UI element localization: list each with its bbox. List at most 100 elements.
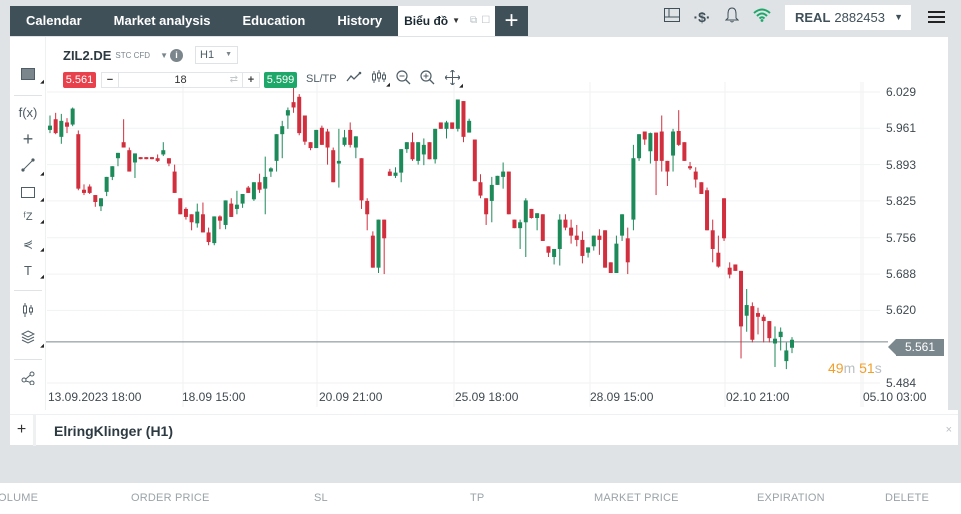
- account-selector[interactable]: REAL 2882453 ▼: [785, 4, 911, 30]
- chart-panel: ◢ f(x) + ◢ ◢ ᶠZ ◢ ⋞ ◢ T ◢ ◢ ZIL2.DE STC CFD…: [10, 37, 958, 446]
- candle-body: [433, 128, 438, 160]
- add-indicator-button[interactable]: +: [10, 415, 36, 446]
- instrument-type: STC CFD: [115, 51, 151, 60]
- col-tp[interactable]: TP: [470, 492, 484, 504]
- candle-body: [495, 175, 500, 185]
- layers-icon[interactable]: ◢: [10, 330, 46, 349]
- candle-body: [591, 235, 596, 247]
- decrease-button[interactable]: −: [102, 73, 118, 87]
- candle-body: [234, 204, 239, 209]
- swap-icon[interactable]: ⇄: [230, 73, 238, 87]
- candle-body: [767, 321, 772, 339]
- col-order-price[interactable]: ORDER PRICE: [131, 492, 210, 504]
- candle-body: [353, 136, 358, 148]
- candle-body: [642, 131, 647, 140]
- candle-body: [387, 171, 392, 176]
- y-tick-label: 5.893: [886, 157, 917, 172]
- pitchfork-icon[interactable]: ⋞ ◢: [10, 237, 46, 253]
- price-chart[interactable]: [10, 37, 958, 414]
- x-tick-label: 13.09.2023 18:00: [48, 390, 142, 404]
- candle-body: [325, 131, 330, 148]
- close-icon[interactable]: ×: [946, 424, 952, 436]
- crosshair-move-icon[interactable]: ◢: [443, 69, 463, 89]
- candle-body: [404, 142, 409, 150]
- account-type: REAL: [795, 9, 831, 25]
- instrument-selector[interactable]: ZIL2.DE STC CFD ▼: [63, 48, 168, 63]
- popout-icon[interactable]: ⧉: [470, 6, 477, 36]
- col-expiration[interactable]: EXPIRATION: [757, 492, 825, 504]
- candle-body: [421, 144, 426, 155]
- y-tick-label: 5.620: [886, 303, 917, 318]
- chevron-down-icon: ▼: [225, 51, 232, 58]
- candle-body: [597, 235, 602, 240]
- candle-body: [756, 313, 761, 317]
- col-volume[interactable]: OLUME: [0, 492, 38, 504]
- candle-body: [223, 200, 228, 225]
- increase-button[interactable]: +: [243, 73, 259, 87]
- candle-body: [688, 166, 693, 169]
- candle-body: [410, 142, 415, 160]
- buy-button[interactable]: 5.599: [264, 72, 297, 88]
- candle-body: [274, 134, 279, 161]
- x-tick-label: 20.09 21:00: [319, 390, 383, 404]
- x-tick-label: 02.10 21:00: [726, 390, 790, 404]
- candle-body: [523, 200, 528, 223]
- candle-body: [733, 264, 738, 271]
- candles-icon[interactable]: [10, 303, 46, 320]
- chevron-down-icon[interactable]: ▼: [452, 6, 460, 36]
- dollar-signal-icon[interactable]: ·$·: [687, 9, 717, 25]
- zoom-in-icon[interactable]: [418, 70, 436, 88]
- candle-body: [472, 139, 477, 182]
- col-sl[interactable]: SL: [314, 492, 328, 504]
- sell-button[interactable]: 5.561: [63, 72, 96, 88]
- chart-type-icon[interactable]: ◢: [10, 67, 46, 85]
- col-delete[interactable]: DELETE: [885, 492, 929, 504]
- tab-market-analysis[interactable]: Market analysis: [98, 6, 227, 36]
- candle-body: [212, 216, 217, 244]
- crosshair-icon[interactable]: +: [10, 130, 46, 148]
- add-tab-button[interactable]: +: [495, 6, 528, 36]
- timeframe-select[interactable]: H1 ▼: [195, 46, 238, 64]
- quantity-input[interactable]: 18 ⇄: [118, 73, 243, 87]
- candle-body: [280, 126, 285, 135]
- candle-body: [750, 306, 755, 340]
- info-icon[interactable]: i: [170, 49, 183, 62]
- candle-body: [240, 193, 245, 204]
- fibonacci-icon[interactable]: ᶠZ ◢: [10, 211, 46, 225]
- text-icon[interactable]: T ◢: [10, 263, 46, 280]
- y-tick-label: 5.688: [886, 267, 917, 282]
- candle-body: [251, 182, 256, 200]
- bell-icon[interactable]: [717, 7, 747, 27]
- share-icon[interactable]: [10, 371, 46, 388]
- candle-body: [444, 122, 449, 129]
- layout-icon[interactable]: [657, 8, 687, 26]
- rectangle-icon[interactable]: ◢: [10, 185, 46, 203]
- candle-body: [348, 129, 353, 145]
- tab-chart[interactable]: Biểu đồ ▼ ⧉ ☐ ✕: [398, 6, 509, 36]
- candle-body: [206, 232, 211, 243]
- zoom-out-icon[interactable]: [394, 70, 412, 88]
- indicator-fx-icon[interactable]: f(x): [10, 105, 46, 120]
- candle-body: [200, 214, 205, 233]
- line-chart-icon[interactable]: [345, 70, 363, 86]
- tab-education[interactable]: Education: [226, 6, 321, 36]
- sltp-button[interactable]: SL/TP: [306, 73, 337, 85]
- candlestick-icon[interactable]: ◢: [370, 70, 390, 88]
- candle-body: [671, 131, 676, 156]
- candle-body: [676, 130, 681, 145]
- candle-body: [132, 153, 137, 163]
- hamburger-icon[interactable]: [911, 11, 961, 23]
- trend-line-icon[interactable]: ◢: [10, 158, 46, 177]
- col-market-price[interactable]: MARKET PRICE: [594, 492, 679, 504]
- tab-history[interactable]: History: [321, 6, 398, 36]
- candle-body: [563, 219, 568, 228]
- candle-body: [518, 222, 523, 229]
- maximize-icon[interactable]: ☐: [481, 6, 490, 36]
- candle-body: [399, 149, 404, 173]
- candle-body: [682, 142, 687, 161]
- candle-body: [716, 252, 721, 267]
- tab-calendar[interactable]: Calendar: [10, 6, 98, 36]
- candle-body: [229, 203, 234, 217]
- candle-countdown: 49m 51s: [828, 360, 882, 376]
- tab-chart-label: Biểu đồ: [404, 14, 449, 28]
